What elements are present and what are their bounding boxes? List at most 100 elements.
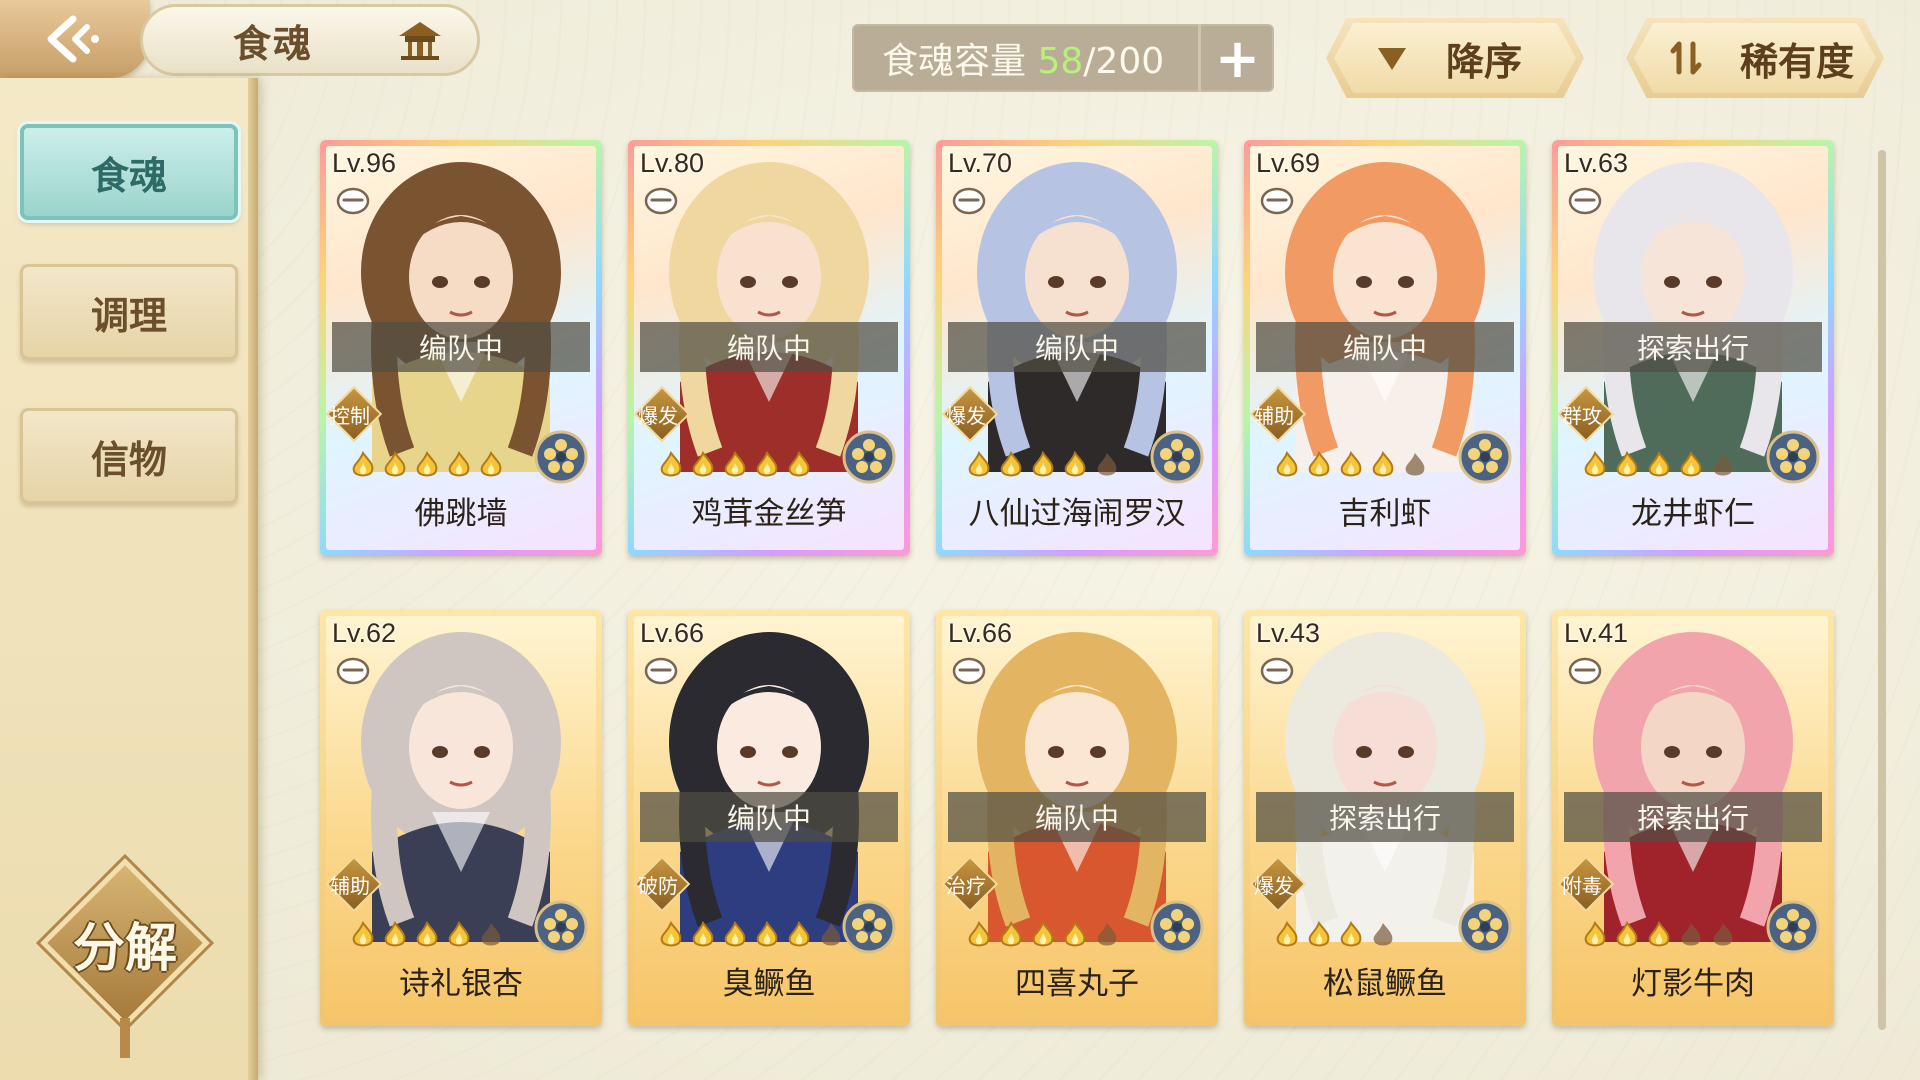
status-banner: 编队中 (1256, 322, 1514, 372)
level-label: Lv.41 (1564, 618, 1629, 648)
flame-star-icon (1340, 920, 1362, 947)
back-button[interactable] (0, 0, 150, 78)
level-label: Lv.70 (948, 148, 1013, 178)
flower-emblem-icon (1150, 430, 1204, 484)
tab-food-souls[interactable]: 食魂 (20, 124, 238, 220)
flame-star-icon (1276, 920, 1298, 947)
flame-star-icon (1616, 920, 1638, 947)
character-name: 臭鳜鱼 (722, 965, 816, 1002)
sort-rarity-button[interactable]: 稀有度 (1626, 18, 1884, 98)
flower-emblem-icon (1458, 430, 1512, 484)
status-banner: 编队中 (640, 792, 898, 842)
flame-star-icon (660, 450, 682, 477)
food-soul-card[interactable]: Lv.63 探索出行 群攻 龙井虾仁 (1552, 140, 1834, 556)
tab-tokens[interactable]: 信物 (20, 408, 238, 504)
character-name: 四喜丸子 (1015, 965, 1139, 1002)
role-badge: 爆发 (1250, 855, 1307, 913)
bowl-icon (952, 657, 986, 685)
character-name: 鸡茸金丝笋 (691, 495, 847, 532)
flower-emblem-icon (534, 430, 588, 484)
bowl-icon (336, 187, 370, 215)
food-soul-card[interactable]: Lv.66 编队中 破防 臭鳜鱼 (628, 610, 910, 1026)
role-label: 爆发 (1254, 874, 1294, 898)
character-name: 八仙过海闹罗汉 (968, 495, 1186, 532)
add-capacity-button[interactable]: + (1198, 24, 1274, 92)
star-rating (348, 450, 506, 480)
food-soul-card[interactable]: Lv.96 编队中 控制 佛跳墙 (320, 140, 602, 556)
flame-star-icon (416, 450, 438, 477)
role-label: 辅助 (1254, 404, 1294, 428)
level-label: Lv.66 (948, 618, 1013, 648)
flame-star-icon (352, 450, 374, 477)
role-label: 破防 (638, 874, 678, 898)
empty-star-icon (1713, 453, 1733, 476)
flame-star-icon (1584, 450, 1606, 477)
flame-star-icon (692, 920, 714, 947)
scrollbar[interactable] (1878, 150, 1886, 1030)
flame-star-icon (788, 450, 810, 477)
empty-star-icon (481, 923, 501, 946)
star-rating (656, 450, 814, 480)
food-soul-card[interactable]: Lv.62 辅助 诗礼银杏 (320, 610, 602, 1026)
food-soul-card[interactable]: Lv.69 编队中 辅助 吉利虾 (1244, 140, 1526, 556)
flame-star-icon (756, 450, 778, 477)
flower-emblem-icon (1766, 430, 1820, 484)
role-label: 控制 (330, 404, 370, 428)
status-banner: 探索出行 (1256, 792, 1514, 842)
flame-star-icon (756, 920, 778, 947)
star-rating (1272, 450, 1430, 480)
decompose-button[interactable]: 分解 (40, 858, 210, 1058)
bowl-icon (1260, 187, 1294, 215)
flame-star-icon (448, 450, 470, 477)
bowl-icon (1568, 187, 1602, 215)
star-rating (1580, 920, 1738, 950)
role-badge: 爆发 (634, 385, 691, 443)
flame-star-icon (1584, 920, 1606, 947)
empty-star-icon (1373, 923, 1393, 946)
empty-star-icon (1097, 453, 1117, 476)
star-rating (964, 920, 1122, 950)
food-soul-card[interactable]: Lv.43 探索出行 爆发 松鼠鳜鱼 (1244, 610, 1526, 1026)
role-label: 治疗 (946, 874, 986, 898)
role-badge: 辅助 (326, 855, 383, 913)
pavilion-icon[interactable] (395, 18, 445, 62)
flame-star-icon (1372, 450, 1394, 477)
status-banner: 编队中 (332, 322, 590, 372)
capacity-text: 食魂容量 58/200 (852, 32, 1198, 84)
flame-star-icon (660, 920, 682, 947)
star-rating (1272, 920, 1398, 950)
food-soul-card[interactable]: Lv.41 探索出行 附毒 灯影牛肉 (1552, 610, 1834, 1026)
bowl-icon (1568, 657, 1602, 685)
bowl-icon (336, 657, 370, 685)
food-soul-card[interactable]: Lv.66 编队中 治疗 四喜丸子 (936, 610, 1218, 1026)
food-soul-card[interactable]: Lv.80 编队中 爆发 鸡茸金丝笋 (628, 140, 910, 556)
food-soul-card[interactable]: Lv.70 编队中 爆发 八仙过海闹罗汉 (936, 140, 1218, 556)
flame-star-icon (384, 920, 406, 947)
flame-star-icon (1000, 450, 1022, 477)
capacity-current: 58 (1037, 41, 1084, 82)
star-rating (964, 450, 1122, 480)
capacity-label: 食魂容量 (882, 41, 1027, 82)
flame-star-icon (968, 920, 990, 947)
bowl-icon (644, 657, 678, 685)
role-label: 群攻 (1562, 404, 1602, 428)
status-banner: 编队中 (640, 322, 898, 372)
tab-cooking[interactable]: 调理 (20, 264, 238, 360)
flame-star-icon (384, 450, 406, 477)
flame-star-icon (1616, 450, 1638, 477)
swap-arrows-icon (1670, 41, 1702, 75)
character-name: 吉利虾 (1338, 495, 1432, 532)
role-badge: 爆发 (942, 385, 999, 443)
bowl-icon (1260, 657, 1294, 685)
role-label: 附毒 (1562, 874, 1602, 898)
page-title: 食魂 (233, 20, 314, 66)
star-rating (348, 920, 506, 950)
flame-star-icon (1340, 450, 1362, 477)
sort-order-button[interactable]: 降序 (1326, 18, 1584, 98)
capacity-display: 食魂容量 58/200 + (852, 24, 1274, 92)
role-badge: 治疗 (942, 855, 999, 913)
flower-emblem-icon (1150, 900, 1204, 954)
role-label: 爆发 (638, 404, 678, 428)
flame-star-icon (1308, 920, 1330, 947)
level-label: Lv.63 (1564, 148, 1629, 178)
